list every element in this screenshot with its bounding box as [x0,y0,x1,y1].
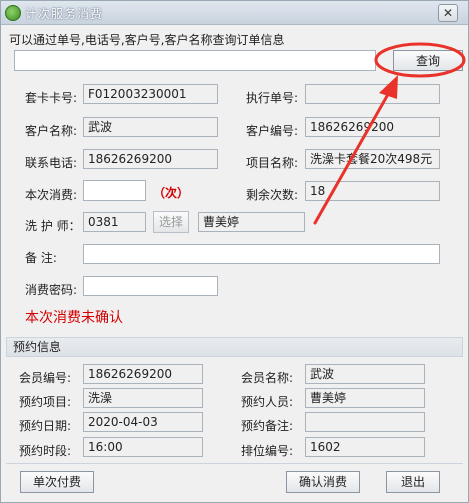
annotation-overlay [313,42,466,225]
annotation-arrow-shaft [313,87,393,225]
annotation-arrow-head [379,75,398,99]
annotation-circle [374,42,466,78]
service-consume-window: 计次服务消费 ✕ 可以通过单号,电话号,客户号,客户名称查询订单信息 查询 套卡… [0,0,469,503]
